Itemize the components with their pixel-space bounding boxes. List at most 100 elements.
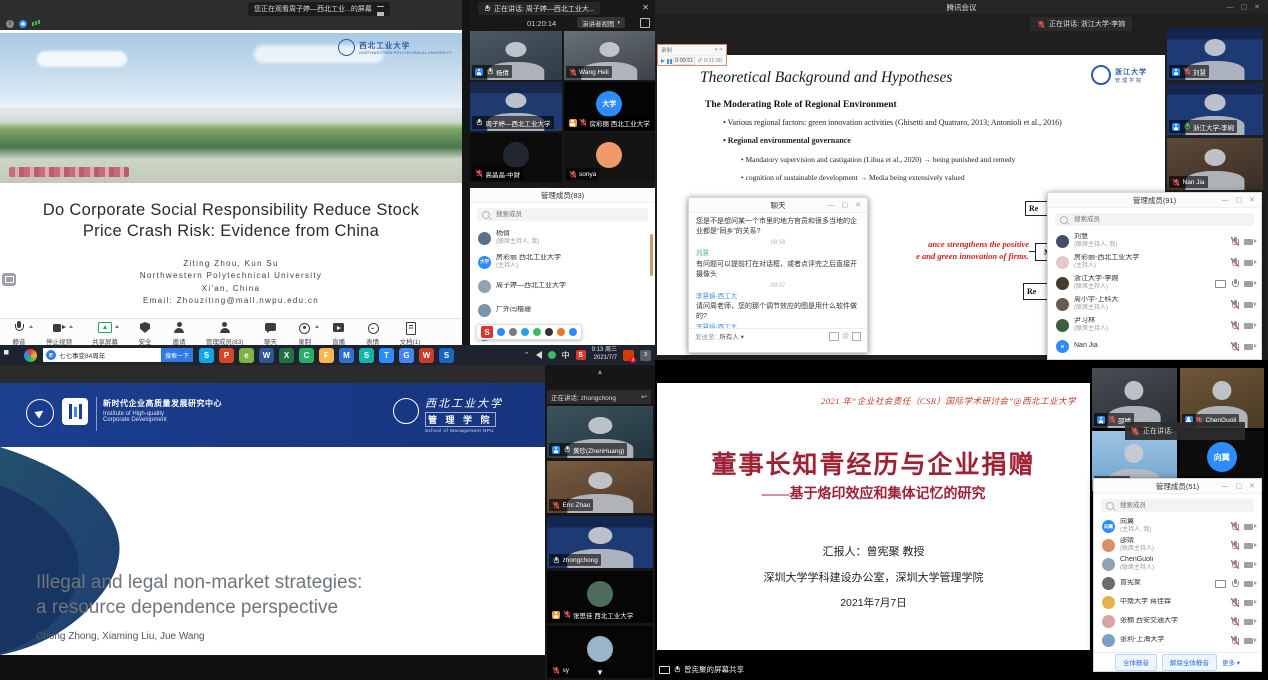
taskbar-app-icon[interactable]: C (299, 348, 314, 363)
settings-icon[interactable]: ✱ (19, 20, 27, 28)
toolbar-button[interactable]: 静音 (12, 321, 26, 346)
member-search-input[interactable] (1118, 501, 1249, 510)
member-search[interactable] (1055, 213, 1254, 226)
camera-status-icon[interactable] (1244, 619, 1253, 625)
chat-messages[interactable]: 您是不是想问某一个市里的地方官员和很多当地的企业都是“同乡”的关系? 08:56… (689, 213, 867, 328)
video-tile[interactable]: Nan Jia (1167, 138, 1263, 190)
recording-widget[interactable]: 录制 ▾ ✕ 0:00:51 ↺ 0:11:30 (657, 44, 727, 66)
scroll-up-icon[interactable]: ▲ (545, 365, 655, 376)
taskbar-app-icon[interactable]: e (239, 348, 254, 363)
member-row[interactable]: 大学 房彩丽 西北工业大学(主持人) (470, 250, 655, 274)
toolbar-button[interactable]: 直播 (332, 321, 346, 346)
app-swirl-icon[interactable] (24, 349, 37, 362)
mic-status-icon[interactable] (1231, 279, 1239, 288)
member-row[interactable]: 周小宇-上科大(联席主持人) (1048, 294, 1261, 315)
taskbar-app-icon[interactable]: S (199, 348, 214, 363)
chat-image-icon[interactable] (829, 332, 839, 341)
member-row[interactable]: 张利-上海大学 (1094, 631, 1261, 650)
wps-icon[interactable]: S (481, 326, 493, 338)
mic-status-icon[interactable] (1231, 636, 1239, 645)
toolbar-button[interactable]: 安全 (138, 321, 152, 346)
taskbar-app-icon[interactable]: P (219, 348, 234, 363)
taskbar-clock[interactable]: 9:13 周三 2021/7/7 (592, 347, 617, 363)
toolbar-button[interactable]: 文档(1) (400, 321, 421, 346)
more-button[interactable]: 更多 ▾ (1222, 657, 1240, 667)
taskbar-app-icon[interactable]: T (379, 348, 394, 363)
camera-status-icon[interactable] (1244, 281, 1253, 287)
video-tile[interactable]: 浙江大学-李婉 (1167, 83, 1263, 135)
video-tile[interactable]: 高晶晶-中财 (470, 133, 562, 182)
toolbar-button[interactable]: 表情 (366, 321, 380, 346)
camera-status-icon[interactable] (1244, 524, 1253, 530)
tray-green-icon[interactable] (548, 351, 556, 359)
member-row[interactable]: 曾宪聚 (1094, 574, 1261, 593)
camera-status-icon[interactable] (1244, 543, 1253, 549)
taskbar-app-icon[interactable]: S (359, 348, 374, 363)
mic-status-icon[interactable] (1231, 579, 1239, 588)
mic-status-icon[interactable] (1231, 541, 1239, 550)
mic-status-icon[interactable] (1231, 342, 1239, 351)
ime-indicator[interactable]: 中 (562, 350, 570, 361)
camera-status-icon[interactable] (1244, 600, 1253, 606)
window-titlebar[interactable]: 腾讯会议 — ▢ ✕ (655, 0, 1268, 14)
annotation-tool-button[interactable] (2, 273, 16, 286)
member-search-input[interactable] (494, 210, 643, 219)
shortcut-icon[interactable] (569, 328, 577, 336)
notification-badge-red[interactable]: 4 (623, 350, 634, 361)
tray-wps-icon[interactable]: S (576, 350, 586, 360)
camera-status-icon[interactable] (1244, 562, 1253, 568)
camera-status-icon[interactable] (1244, 260, 1253, 266)
camera-status-icon[interactable] (1244, 581, 1253, 587)
member-row[interactable]: N Nan Jia (1048, 336, 1261, 357)
close-icon[interactable]: ✕ (1249, 483, 1255, 490)
maximize-icon[interactable]: ▢ (1236, 483, 1243, 490)
camera-status-icon[interactable] (1244, 638, 1253, 644)
taskbar-app-icon[interactable]: W (259, 348, 274, 363)
taskbar-app-icon[interactable]: S (439, 348, 454, 363)
video-tile[interactable]: sonya (564, 133, 656, 182)
video-tile[interactable]: 黄珍(ZhenHuang) (547, 406, 653, 458)
camera-status-icon[interactable] (1244, 344, 1253, 350)
close-icon[interactable]: ✕ (1249, 197, 1255, 204)
video-tile[interactable]: zhongchong (547, 516, 653, 568)
toolbar-button[interactable]: 共享屏幕 (92, 321, 118, 346)
member-row[interactable]: 广外闫楷珊 (470, 298, 655, 322)
volume-icon[interactable] (536, 351, 542, 359)
scroll-down-icon[interactable]: ▼ (545, 668, 655, 677)
close-icon[interactable]: ✕ (1254, 4, 1260, 11)
shortcut-icon[interactable] (497, 328, 505, 336)
video-tile[interactable]: ChenGuoli (1180, 368, 1265, 428)
mic-status-icon[interactable] (1231, 321, 1239, 330)
shortcut-icon[interactable] (533, 328, 541, 336)
maximize-icon[interactable]: ▢ (1241, 4, 1248, 11)
shortcut-icon[interactable] (521, 328, 529, 336)
video-tile[interactable]: Eric Zhao (547, 461, 653, 513)
mic-status-icon[interactable] (1231, 300, 1239, 309)
member-row[interactable]: 向翼 向翼(主持人, 我) (1094, 517, 1261, 536)
tray-overflow-chevron[interactable]: ⌃ (524, 351, 530, 359)
edge-search-box[interactable]: e 七七事变84周年 搜索一下 (43, 348, 193, 362)
member-row[interactable]: 周子婷—西北工业大学 (470, 274, 655, 298)
shortcut-icon[interactable] (557, 328, 565, 336)
record-reset-icon[interactable]: ↺ (697, 58, 702, 64)
docked-shortcut-bar[interactable]: S (476, 324, 582, 340)
taskbar-app-icon[interactable]: G (399, 348, 414, 363)
maximize-icon[interactable]: ▢ (842, 202, 849, 209)
toolbar-button[interactable]: 邀请 (172, 321, 186, 346)
minimize-icon[interactable]: — (1222, 197, 1229, 204)
banner-menu-icon[interactable] (377, 6, 384, 12)
taskbar-search-button[interactable]: 搜索一下 (161, 348, 193, 362)
record-pause-icon[interactable] (667, 59, 669, 64)
video-tile[interactable]: 杨倩 (470, 31, 562, 80)
taskbar-app-icon[interactable]: M (339, 348, 354, 363)
unmute-all-button[interactable]: 解除全体静音 (1162, 654, 1217, 671)
member-row[interactable]: 浙江大学-李婉(联席主持人) (1048, 273, 1261, 294)
video-tile[interactable]: 邵婧 (1092, 368, 1177, 428)
member-row[interactable]: ChenGuoli(联席主持人) (1094, 555, 1261, 574)
video-tile[interactable]: 张思佳 西北工业大学 (547, 571, 653, 623)
watching-banner[interactable]: 您正在观看周子婷—西北工业...的屏幕 (248, 2, 390, 16)
chat-mention-icon[interactable]: @ (842, 333, 849, 340)
minimize-icon[interactable]: — (828, 202, 835, 209)
send-to-selector[interactable]: 所有人 ▾ (719, 331, 744, 341)
shortcut-icon[interactable] (509, 328, 517, 336)
